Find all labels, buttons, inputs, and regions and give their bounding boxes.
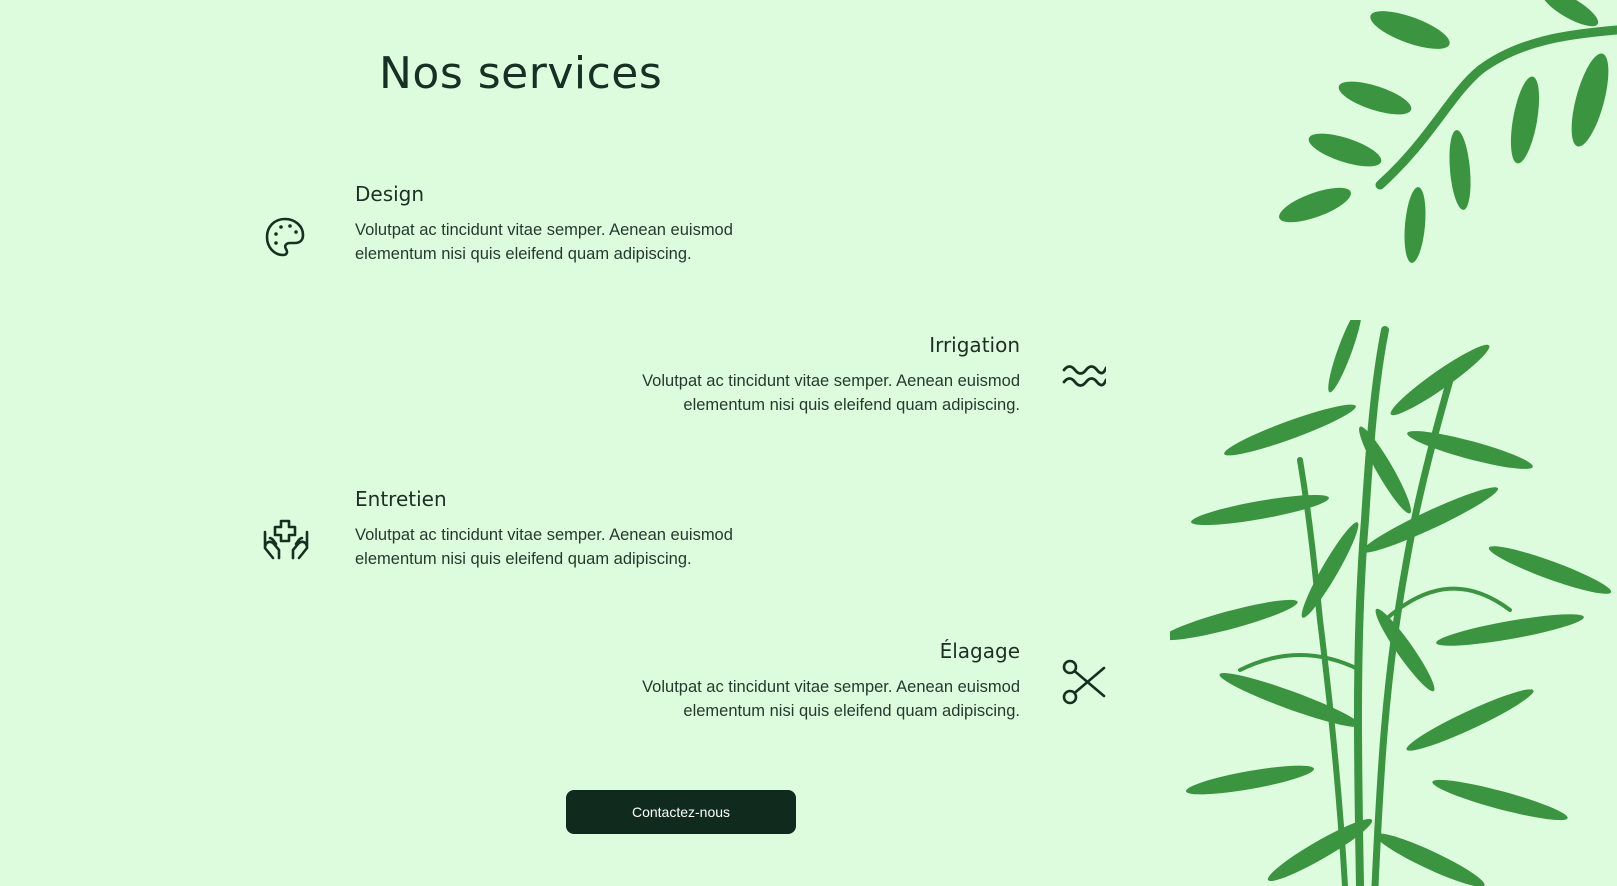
service-title: Irrigation <box>929 333 1020 357</box>
contact-button[interactable]: Contactez-nous <box>566 790 796 834</box>
service-title: Entretien <box>355 487 447 511</box>
service-description: Volutpat ac tincidunt vitae semper. Aene… <box>355 526 733 568</box>
page-title: Nos services <box>379 48 663 99</box>
bamboo-decoration <box>1170 320 1612 886</box>
service-irrigation: Irrigation Volutpat ac tincidunt vitae s… <box>560 333 1020 417</box>
service-entretien: Entretien Volutpat ac tincidunt vitae se… <box>355 487 815 571</box>
service-description: Volutpat ac tincidunt vitae semper. Aene… <box>642 372 1020 414</box>
hands-care-icon <box>263 519 309 560</box>
leaf-branch-decoration <box>1279 0 1617 263</box>
service-description: Volutpat ac tincidunt vitae semper. Aene… <box>642 678 1020 720</box>
water-waves-icon <box>1062 365 1106 387</box>
scissors-icon <box>1062 659 1106 705</box>
service-title: Élagage <box>939 639 1020 663</box>
palette-icon <box>265 217 305 257</box>
service-description: Volutpat ac tincidunt vitae semper. Aene… <box>355 221 733 263</box>
service-title: Design <box>355 182 425 206</box>
service-elagage: Élagage Volutpat ac tincidunt vitae semp… <box>560 639 1020 723</box>
service-design: Design Volutpat ac tincidunt vitae sempe… <box>355 182 815 266</box>
